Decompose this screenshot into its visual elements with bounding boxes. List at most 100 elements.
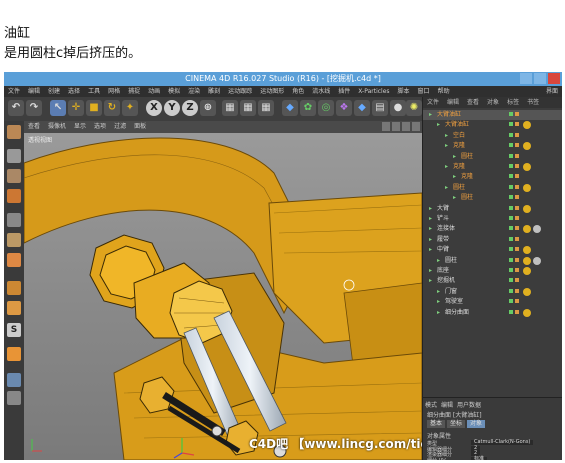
x-axis-button[interactable]: X xyxy=(146,100,162,116)
toggle-view-icon[interactable] xyxy=(412,122,420,131)
visibility-toggle-icon[interactable] xyxy=(509,112,521,118)
z-axis-button[interactable]: Z xyxy=(182,100,198,116)
attr-coord-button[interactable]: 坐标 xyxy=(447,420,466,428)
material-tag-icon[interactable] xyxy=(523,267,531,275)
menu-item[interactable]: 帮助 xyxy=(434,86,454,97)
object-row[interactable]: ▸ 大臂油缸 xyxy=(423,120,562,130)
material-tag-icon[interactable] xyxy=(523,204,531,213)
snap-icon[interactable]: S xyxy=(7,323,21,337)
attribute-field[interactable]: Catmull-Clark(N-Gons) xyxy=(471,440,534,445)
scale-tool-icon[interactable]: ■ xyxy=(86,100,102,116)
visibility-toggle-icon[interactable] xyxy=(509,153,521,160)
material-tag-icon[interactable] xyxy=(523,308,531,317)
menu-item[interactable]: 脚本 xyxy=(394,86,414,97)
lock-workplane-icon[interactable] xyxy=(7,347,21,361)
attribute-field[interactable]: 标准 xyxy=(471,456,488,460)
texture-tag-icon[interactable] xyxy=(533,225,541,234)
object-manager-menu-item[interactable]: 对象 xyxy=(483,97,503,108)
menu-item[interactable]: 角色 xyxy=(288,86,308,97)
object-manager-menu-item[interactable]: 编辑 xyxy=(443,97,463,108)
material-tag-icon[interactable] xyxy=(523,225,531,234)
menu-item[interactable]: 创建 xyxy=(44,86,64,97)
coordinate-system-icon[interactable]: ⊕ xyxy=(200,100,216,116)
menu-item[interactable]: 渲染 xyxy=(184,86,204,97)
object-row[interactable]: ▸ 大臂 xyxy=(423,204,562,214)
redo-icon[interactable]: ↷ xyxy=(26,100,42,116)
edges-mode-icon[interactable] xyxy=(7,233,21,247)
menu-item[interactable]: 文件 xyxy=(4,86,24,97)
model-mode-icon[interactable] xyxy=(7,149,21,163)
menu-item[interactable]: 模拟 xyxy=(164,86,184,97)
attribute-menu-item[interactable]: 用户数据 xyxy=(457,400,481,409)
visibility-toggle-icon[interactable] xyxy=(509,164,521,170)
render-picture-viewer-icon[interactable]: ▦ xyxy=(240,100,256,116)
viewport-menu-item[interactable]: 选项 xyxy=(90,121,110,133)
object-row[interactable]: ▸ 大臂油缸 xyxy=(423,110,562,120)
object-row[interactable]: ▸ 挖掘机 xyxy=(423,276,562,286)
viewport-menu-item[interactable]: 过滤 xyxy=(110,121,130,133)
material-tag-icon[interactable] xyxy=(523,287,531,296)
visibility-toggle-icon[interactable] xyxy=(509,299,521,305)
texture-mode-icon[interactable] xyxy=(7,169,21,183)
object-row[interactable]: ▸ 克隆 xyxy=(423,172,562,182)
material-tag-icon[interactable] xyxy=(523,163,531,171)
visibility-toggle-icon[interactable] xyxy=(509,132,521,139)
object-manager-menu-item[interactable]: 书签 xyxy=(523,97,543,108)
menu-item[interactable]: 插件 xyxy=(334,86,354,97)
visibility-toggle-icon[interactable] xyxy=(509,226,521,232)
menu-item[interactable]: 运动图形 xyxy=(256,86,288,97)
object-row[interactable]: ▸ 底座 xyxy=(423,266,562,276)
material-tag-icon[interactable] xyxy=(523,246,531,255)
object-row[interactable]: ▸ 圆柱 xyxy=(423,256,562,266)
perspective-viewport[interactable]: 透视视图 xyxy=(24,133,422,460)
object-row[interactable]: ▸ 圆柱 xyxy=(423,183,562,193)
zoom-view-icon[interactable] xyxy=(392,122,400,131)
minimize-button[interactable] xyxy=(520,73,532,84)
menu-item[interactable]: 编辑 xyxy=(24,86,44,97)
render-settings-icon[interactable]: ▦ xyxy=(258,100,274,116)
menu-item[interactable]: 运动跟踪 xyxy=(224,86,256,97)
viewport-menu-item[interactable]: 摄像机 xyxy=(44,121,70,133)
light-icon[interactable]: ✺ xyxy=(406,100,422,116)
close-button[interactable] xyxy=(548,73,560,84)
visibility-toggle-icon[interactable] xyxy=(509,247,521,253)
y-axis-button[interactable]: Y xyxy=(164,100,180,116)
viewport-menu-item[interactable]: 查看 xyxy=(24,121,44,133)
tweak-mode-icon[interactable] xyxy=(7,301,21,315)
scene-icon[interactable]: ◆ xyxy=(354,100,370,116)
nurbs-icon[interactable]: ◎ xyxy=(318,100,334,116)
visibility-toggle-icon[interactable] xyxy=(509,195,521,201)
points-mode-icon[interactable] xyxy=(7,213,21,227)
menu-item[interactable]: 选择 xyxy=(64,86,84,97)
visibility-toggle-icon[interactable] xyxy=(509,236,521,243)
attr-basic-button[interactable]: 基本 xyxy=(427,420,446,428)
material-tag-icon[interactable] xyxy=(523,256,531,265)
render-view-icon[interactable]: ▦ xyxy=(222,100,238,116)
floor-icon[interactable]: ▤ xyxy=(372,100,388,116)
menu-item[interactable]: 雕刻 xyxy=(204,86,224,97)
object-row[interactable]: ▸ 门窗 xyxy=(423,287,562,297)
visibility-toggle-icon[interactable] xyxy=(509,309,521,316)
undo-icon[interactable]: ↶ xyxy=(8,100,24,116)
visibility-toggle-icon[interactable] xyxy=(509,184,521,191)
object-row[interactable]: ▸ 空白 xyxy=(423,131,562,141)
object-row[interactable]: ▸ 中臂 xyxy=(423,245,562,255)
menu-item[interactable]: 工具 xyxy=(84,86,104,97)
cube-icon[interactable]: ◆ xyxy=(282,100,298,116)
object-row[interactable]: ▸ 克隆 xyxy=(423,141,562,151)
texture-tag-icon[interactable] xyxy=(533,256,541,265)
attribute-menu-item[interactable]: 编辑 xyxy=(441,400,453,409)
polygons-mode-icon[interactable] xyxy=(7,253,21,267)
visibility-toggle-icon[interactable] xyxy=(509,205,521,212)
menu-item[interactable]: X-Particles xyxy=(354,86,393,97)
visibility-toggle-icon[interactable] xyxy=(509,288,521,295)
recent-tool-icon[interactable]: ✦ xyxy=(122,100,138,116)
object-row[interactable]: ▸ 细分曲面 xyxy=(423,308,562,318)
object-row[interactable]: ▸ 圆柱 xyxy=(423,193,562,203)
object-manager-menu-item[interactable]: 标签 xyxy=(503,97,523,108)
object-row[interactable]: ▸ 铲斗 xyxy=(423,214,562,224)
visibility-toggle-icon[interactable] xyxy=(509,174,521,180)
menu-item[interactable]: 动画 xyxy=(144,86,164,97)
menu-item[interactable]: 窗口 xyxy=(414,86,434,97)
axis-mode-icon[interactable] xyxy=(7,281,21,295)
